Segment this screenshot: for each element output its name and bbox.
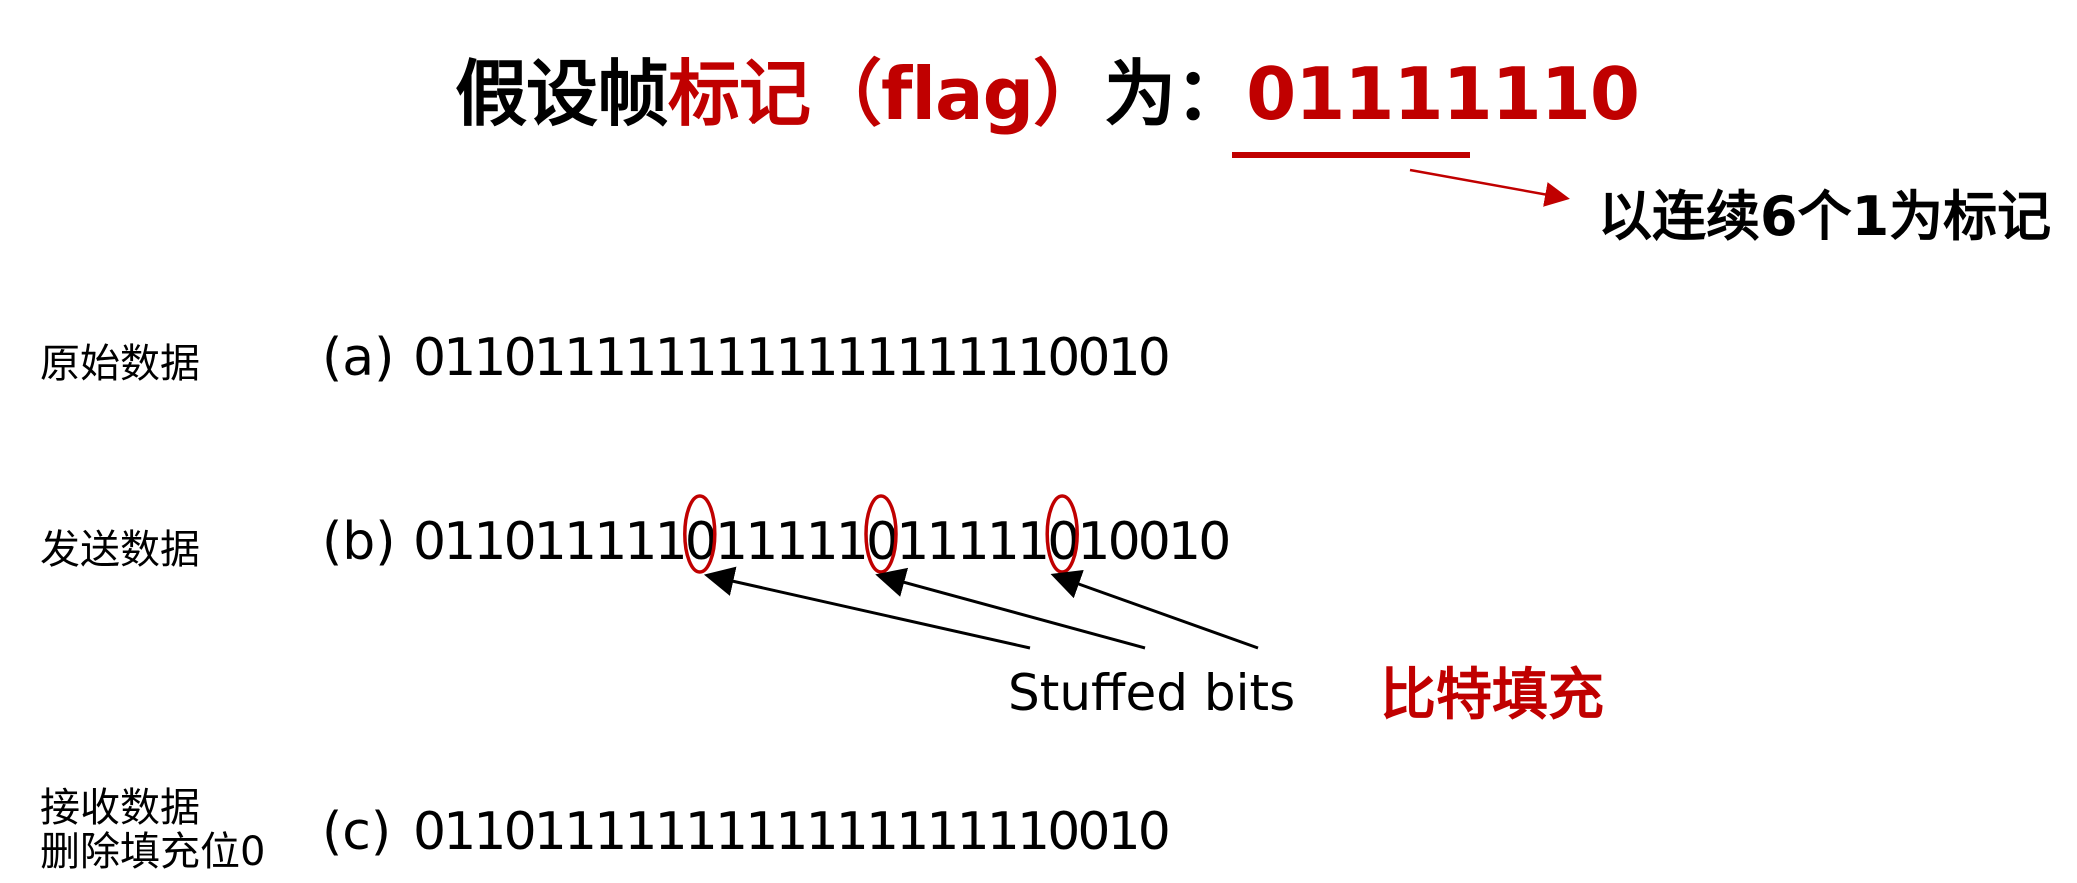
stuffed-bit-circle-2 xyxy=(1045,494,1079,574)
stuffed-bit-arrow-1 xyxy=(875,567,1146,650)
stuffed-bit-circle-0 xyxy=(683,494,717,574)
annotation-overlay xyxy=(683,168,1570,650)
stuffed-bit-arrow-0 xyxy=(703,566,1031,650)
slide: 假设帧标记（flag）为：01111110 以连续6个1为标记 原始数据 (a)… xyxy=(0,0,2077,883)
flag-note-arrow xyxy=(1409,168,1570,207)
stuffed-bit-arrow-2 xyxy=(1050,569,1259,650)
stuffed-bit-circle-1 xyxy=(864,494,898,574)
